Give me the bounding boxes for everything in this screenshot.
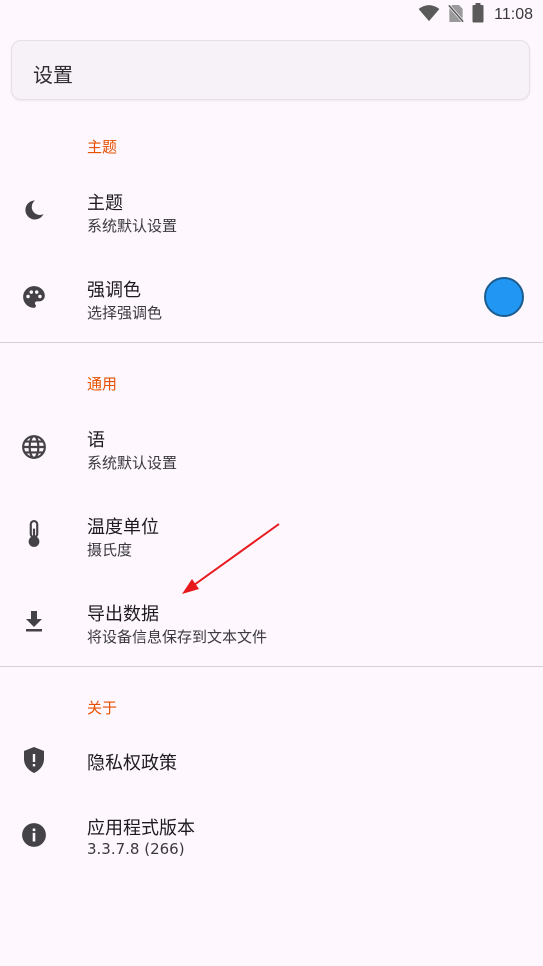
item-subtitle: 选择强调色 [87,304,163,322]
settings-item-export-data[interactable]: 导出数据 将设备信息保存到文本文件 [0,586,543,656]
palette-icon [20,283,48,311]
section-header-theme: 主题 [87,138,118,156]
item-subtitle: 摄氏度 [87,541,133,559]
item-title: 主题 [87,193,123,214]
page-title: 设置 [33,63,73,87]
no-sim-icon [447,3,465,27]
settings-item-accent-color[interactable]: 强调色 选择强调色 [0,262,543,332]
accent-color-swatch[interactable] [484,277,524,317]
thermometer-icon [20,520,48,548]
item-subtitle: 3.3.7.8 (266) [87,840,185,858]
status-time: 11:08 [494,6,533,23]
globe-icon [20,433,48,461]
item-title: 应用程式版本 [87,818,195,839]
wifi-icon [418,4,440,26]
item-title: 隐私权政策 [87,753,177,774]
download-icon [20,607,48,635]
status-bar: 11:08 [0,0,543,30]
item-title: 语 [87,430,105,451]
section-header-general: 通用 [87,375,118,393]
divider [0,666,543,667]
item-title: 导出数据 [87,604,159,625]
settings-item-theme[interactable]: 主题 系统默认设置 [0,175,543,245]
item-subtitle: 系统默认设置 [87,454,178,472]
moon-icon [20,196,48,224]
settings-item-temperature-unit[interactable]: 温度单位 摄氏度 [0,499,543,569]
battery-icon [472,3,484,27]
shield-icon [20,746,48,774]
item-subtitle: 系统默认设置 [87,217,178,235]
status-icons: 11:08 [418,3,533,27]
divider [0,342,543,343]
section-header-about: 关于 [87,699,118,717]
info-icon [20,821,48,849]
settings-item-language[interactable]: 语 系统默认设置 [0,412,543,482]
item-title: 温度单位 [87,517,159,538]
settings-item-privacy-policy[interactable]: 隐私权政策 [0,725,543,795]
item-title: 强调色 [87,280,141,301]
settings-search-bar[interactable]: 设置 [11,40,530,100]
item-subtitle: 将设备信息保存到文本文件 [87,628,268,646]
settings-item-app-version[interactable]: 应用程式版本 3.3.7.8 (266) [0,800,543,870]
